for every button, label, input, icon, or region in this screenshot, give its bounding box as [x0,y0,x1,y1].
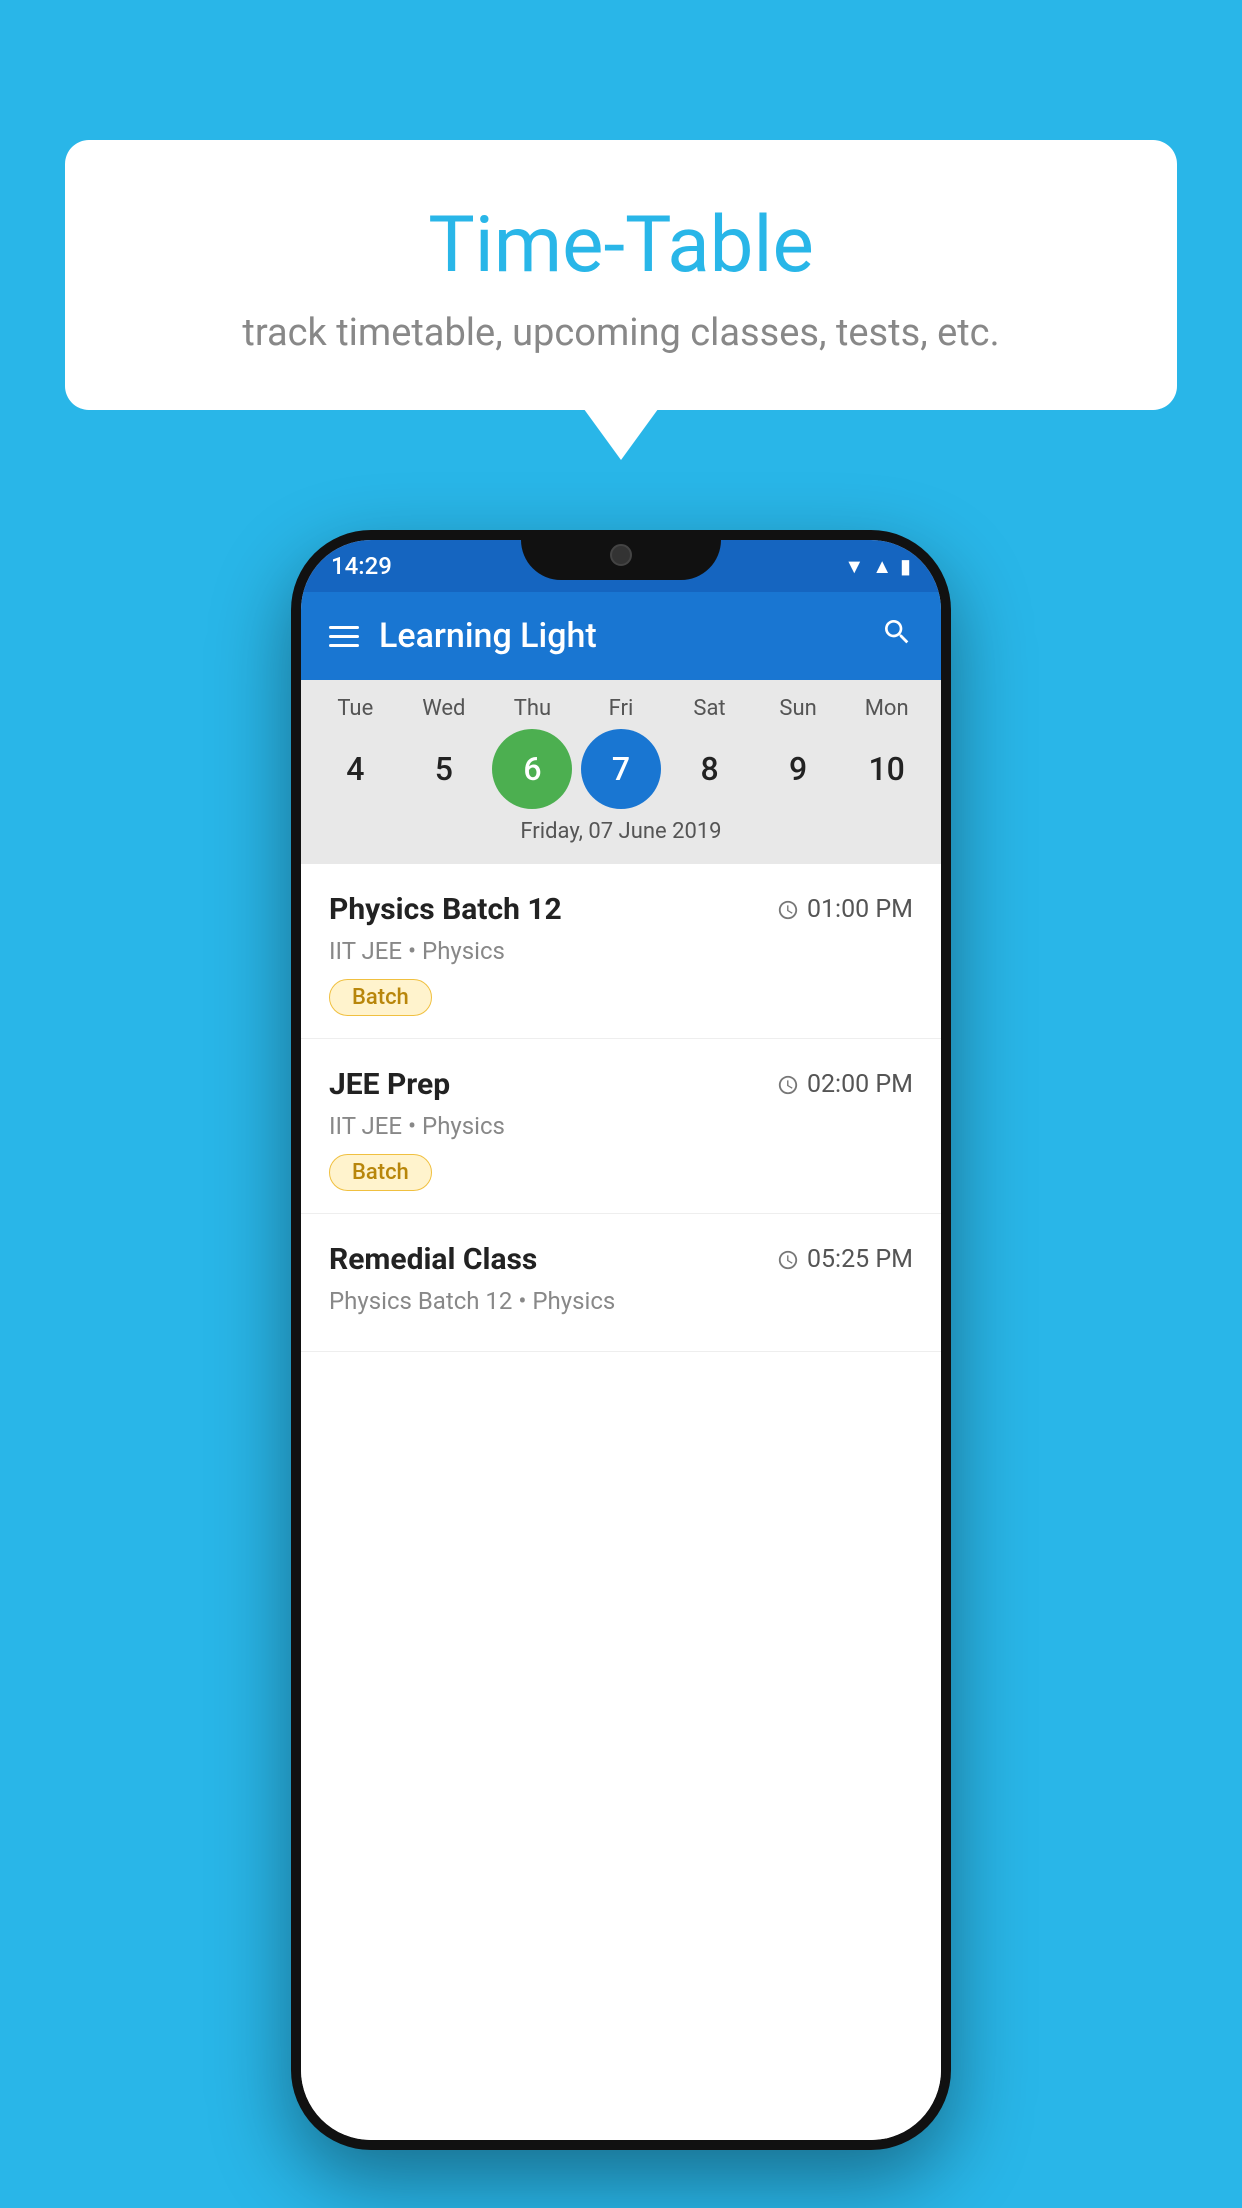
day-label: Mon [847,696,927,721]
class-item-header: Remedial Class 05:25 PM [329,1242,913,1277]
class-item-header: JEE Prep 02:00 PM [329,1067,913,1102]
class-name: JEE Prep [329,1067,450,1102]
front-camera [610,544,632,566]
batch-badge: Batch [329,979,432,1016]
clock-icon [777,899,799,921]
signal-icon: ▲ [872,554,892,579]
app-bar: Learning Light [301,592,941,680]
class-time: 01:00 PM [777,895,913,924]
status-icons: ▼ ▲ ▮ [844,554,911,579]
class-list-item[interactable]: Remedial Class 05:25 PM Physics Batch 12… [301,1214,941,1352]
search-button[interactable] [881,616,913,657]
date-item[interactable]: 4 [315,729,395,809]
batch-badge: Batch [329,1154,432,1191]
clock-icon [777,1074,799,1096]
class-list: Physics Batch 12 01:00 PM IIT JEE • Phys… [301,864,941,2140]
class-meta: Physics Batch 12 • Physics [329,1287,913,1315]
class-meta: IIT JEE • Physics [329,937,913,965]
phone-screen: 14:29 ▼ ▲ ▮ Learning Light [301,540,941,2140]
date-item[interactable]: 5 [404,729,484,809]
date-item[interactable]: 8 [670,729,750,809]
date-item[interactable]: 6 [492,729,572,809]
class-time: 02:00 PM [777,1070,913,1099]
calendar-strip: Tue Wed Thu Fri Sat Sun Mon 45678910 Friday, 0… [301,680,941,864]
phone-mockup: 14:29 ▼ ▲ ▮ Learning Light [291,530,951,2150]
class-meta: IIT JEE • Physics [329,1112,913,1140]
class-name: Physics Batch 12 [329,892,562,927]
day-label: Thu [492,696,572,721]
wifi-icon: ▼ [844,554,864,579]
clock-icon [777,1249,799,1271]
days-row: Tue Wed Thu Fri Sat Sun Mon [301,696,941,721]
date-item[interactable]: 7 [581,729,661,809]
date-item[interactable]: 10 [847,729,927,809]
app-title: Learning Light [379,616,597,656]
day-label: Fri [581,696,661,721]
day-label: Tue [315,696,395,721]
phone-notch [521,530,721,580]
class-item-header: Physics Batch 12 01:00 PM [329,892,913,927]
date-item[interactable]: 9 [758,729,838,809]
class-name: Remedial Class [329,1242,537,1277]
dates-row: 45678910 [301,729,941,809]
selected-date-label: Friday, 07 June 2019 [301,819,941,854]
class-list-item[interactable]: JEE Prep 02:00 PM IIT JEE • Physics Batc… [301,1039,941,1214]
day-label: Sat [670,696,750,721]
class-time: 05:25 PM [777,1245,913,1274]
status-time: 14:29 [331,552,392,580]
class-list-item[interactable]: Physics Batch 12 01:00 PM IIT JEE • Phys… [301,864,941,1039]
day-label: Sun [758,696,838,721]
day-label: Wed [404,696,484,721]
bubble-title: Time-Table [115,200,1127,291]
battery-icon: ▮ [900,554,911,578]
bubble-subtitle: track timetable, upcoming classes, tests… [115,311,1127,355]
menu-button[interactable] [329,626,359,647]
intro-card: Time-Table track timetable, upcoming cla… [65,140,1177,410]
speech-bubble: Time-Table track timetable, upcoming cla… [65,140,1177,410]
